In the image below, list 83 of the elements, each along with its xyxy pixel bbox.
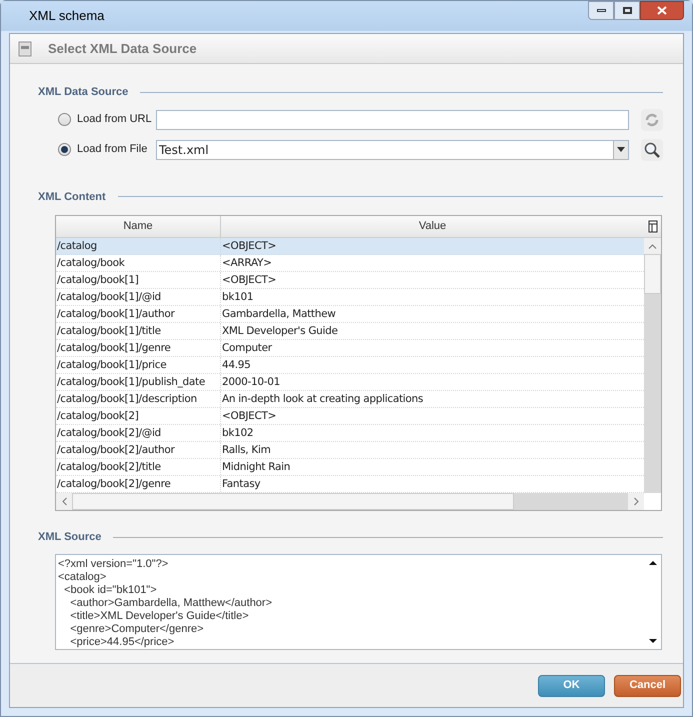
table-cell-text: Fantasy [221,477,262,492]
table-cell: /catalog/book[1]/publish_date [56,374,221,390]
source-line: <book id="bk101"> [63,584,158,596]
refresh-icon [644,112,660,128]
table-row[interactable]: /catalog/book[2] <OBJECT> [56,408,644,425]
table-cell-text: 44.95 [221,358,252,373]
section-legend: XML Source [30,529,110,546]
source-line: <catalog> [58,570,108,584]
table-cell: /catalog/book[1] [56,272,221,288]
source-line: <?xml version="1.0"?> [58,558,170,570]
table-row[interactable]: /catalog/book[2]/title Midnight Rain [56,459,644,476]
file-dropdown[interactable]: Test.xml [156,140,629,160]
table-cell: /catalog/book[2]/author [56,442,221,458]
table-cell-text: Midnight Rain [221,460,292,475]
table-row[interactable]: /catalog/book[2]/genre Fantasy [56,476,644,493]
table-cell-text: <ARRAY> [221,256,273,271]
table-cell-text: 2000-10-01 [221,375,282,390]
table-cell-text: Computer [221,341,273,356]
option-label[interactable]: Load from URL [77,111,150,128]
table-cell-text: An in-depth look at creating applications [221,392,424,407]
search-button[interactable] [641,138,663,160]
table-cell: /catalog [56,238,221,254]
column-header[interactable]: Name [56,216,221,237]
table-cell-text: bk102 [221,426,254,441]
vertical-scrollbar[interactable] [644,238,661,493]
table-row[interactable]: /catalog <OBJECT> [56,238,644,255]
section-legend: XML Data Source [30,84,136,100]
source-line: <price>44.95</price> [69,636,176,648]
dropdown-arrow-icon [617,147,625,152]
table-cell: /catalog/book[2]/genre [56,476,221,492]
table-cell: /catalog/book[1]/genre [56,340,221,356]
table-cell-text: XML Developer's Guide [221,324,339,339]
xml-source-box[interactable]: <?xml version="1.0"?> <catalog> <book id="bk101"> <author>Gambardella, Matthew</author> <title>XML Developer's Guide</title> <genre>Computer</genre> <price>44.95</price> [55,554,662,650]
scroll-right-icon [634,497,638,506]
table-cell: /catalog/book[1]/title [56,323,221,339]
scroll-left-icon [62,497,66,506]
maximize-button[interactable] [614,1,640,20]
document-icon [18,40,32,56]
table-cell-text: <OBJECT> [221,273,278,288]
table-cell-text: <OBJECT> [221,409,278,424]
table-cell: /catalog/book[1]/author [56,306,221,322]
horizontal-scrollbar[interactable] [56,493,644,510]
table-cell-text: <OBJECT> [221,239,278,254]
option-label[interactable]: Load from File [77,141,150,158]
section-legend: XML Content [30,188,114,205]
table-row[interactable]: /catalog/book[2]/@id bk102 [56,425,644,442]
columns-icon[interactable] [648,220,658,233]
scrollbar-thumb[interactable] [72,493,514,510]
table-cell: /catalog/book[1]/description [56,391,221,407]
close-icon [657,6,667,15]
scrollbar-thumb[interactable] [644,254,661,294]
table-cell-text: Ralls, Kim [221,443,272,458]
table-row[interactable]: /catalog/book[1]/publish_date 2000-10-01 [56,374,644,391]
table-row[interactable]: /catalog/book[1]/description An in-depth look at creating applications [56,391,644,408]
scroll-up-icon [648,244,657,248]
column-header[interactable]: Value [221,216,644,237]
table-cell: /catalog/book[1]/@id [56,289,221,305]
table-row[interactable]: /catalog/book[1]/genre Computer [56,340,644,357]
table-cell-text: Gambardella, Matthew [221,307,337,322]
table-row[interactable]: /catalog/book[1]/price 44.95 [56,357,644,374]
source-line: <genre>Computer</genre> [69,622,205,636]
header-title: Select XML Data Source [48,40,197,58]
table-row[interactable]: /catalog/book[2]/author Ralls, Kim [56,442,644,459]
table-cell: /catalog/book[2]/@id [56,425,221,441]
radio-button[interactable] [58,143,71,156]
table-cell: /catalog/book[2] [56,408,221,424]
table-row[interactable]: /catalog/book[1]/@id bk101 [56,289,644,306]
url-field[interactable] [156,110,629,130]
radio-button[interactable] [58,113,71,126]
search-icon [644,142,660,158]
table-cell-text: bk101 [221,290,254,305]
table-row[interactable]: /catalog/book <ARRAY> [56,255,644,272]
table-cell: /catalog/book[1]/price [56,357,221,373]
table-row[interactable]: /catalog/book[1]/author Gambardella, Matthew [56,306,644,323]
source-line: <title>XML Developer's Guide</title> [69,610,250,622]
table-row[interactable]: /catalog/book[1] <OBJECT> [56,272,644,289]
minimize-button[interactable] [588,1,614,20]
close-button[interactable] [640,1,684,20]
table-cell: /catalog/book[2]/title [56,459,221,475]
table-row[interactable]: /catalog/book[1]/title XML Developer's Guide [56,323,644,340]
window-title: XML schema [29,7,104,26]
table-cell: /catalog/book [56,255,221,271]
source-line: <author>Gambardella, Matthew</author> [69,596,274,610]
